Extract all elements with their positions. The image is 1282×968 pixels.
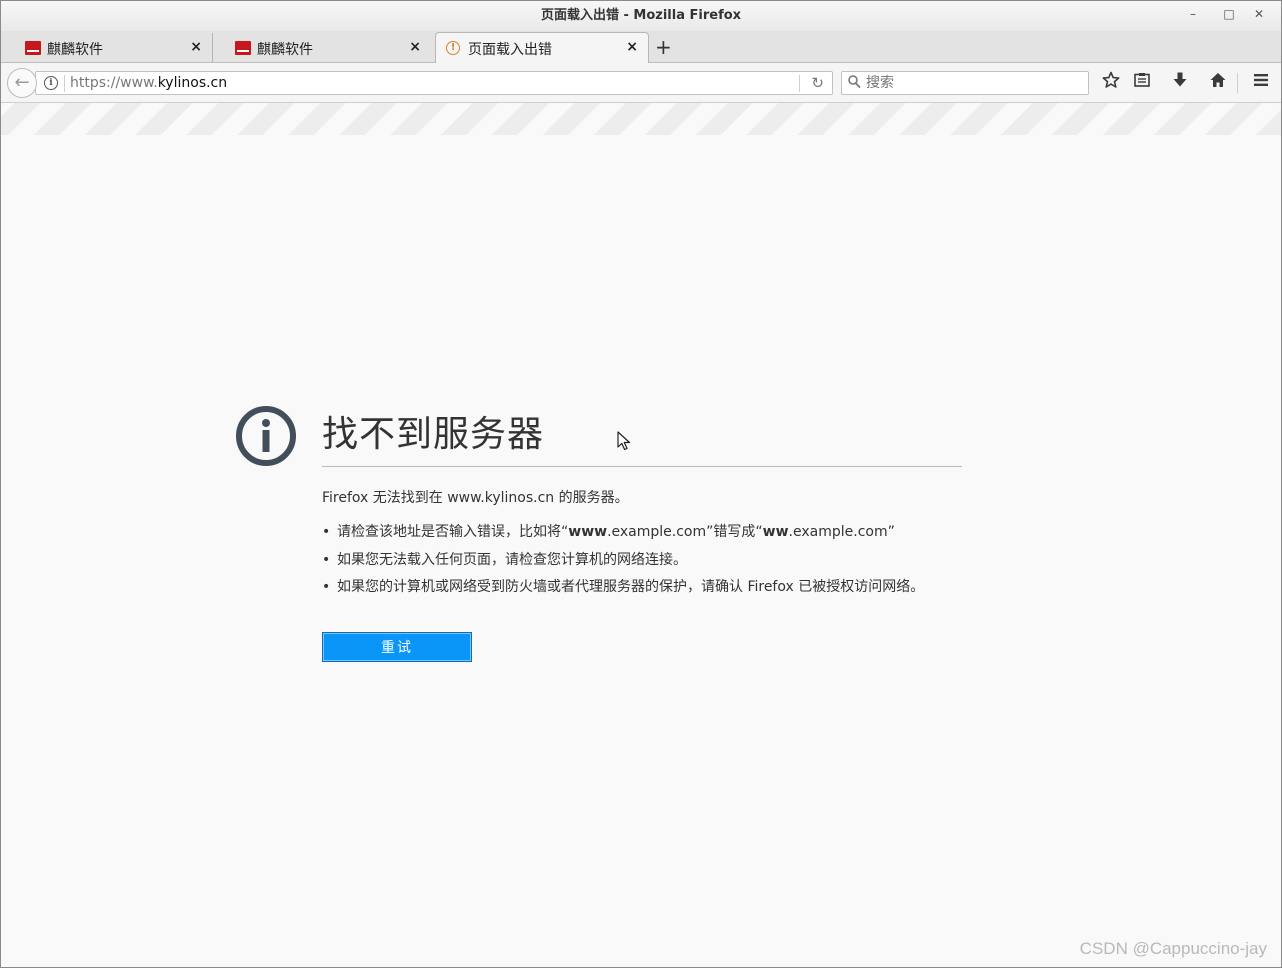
new-tab-button[interactable]: + xyxy=(655,35,672,59)
search-bar[interactable] xyxy=(841,71,1089,95)
mouse-cursor-icon xyxy=(617,431,631,451)
url-bar[interactable]: i https://www.kylinos.cn ↻ xyxy=(35,71,833,95)
url-text[interactable]: https://www.kylinos.cn xyxy=(70,75,227,91)
tab-kylin-2[interactable]: 麒麟软件 × xyxy=(213,33,431,63)
toolbar-separator xyxy=(1237,73,1238,93)
menu-icon[interactable] xyxy=(1249,71,1273,95)
tab-kylin-1[interactable]: 麒麟软件 × xyxy=(1,33,213,63)
watermark: CSDN @Cappuccino-jay xyxy=(1079,939,1267,958)
list-item: 如果您无法载入任何页面，请检查您计算机的网络连接。 xyxy=(322,550,924,578)
list-item: 请检查该地址是否输入错误，比如将“www.example.com”错写成“ww.… xyxy=(322,522,924,550)
kylin-logo-icon xyxy=(25,41,41,55)
minimize-button[interactable]: – xyxy=(1182,5,1204,23)
list-item: 如果您的计算机或网络受到防火墙或者代理服务器的保护，请确认 Firefox 已被… xyxy=(322,577,924,605)
close-tab-icon[interactable]: × xyxy=(190,39,202,55)
kylin-logo-icon xyxy=(235,41,251,55)
browser-window: 页面载入出错 - Mozilla Firefox – □ ✕ 麒麟软件 × 麒麟… xyxy=(0,0,1282,968)
back-button[interactable]: ← xyxy=(7,68,37,98)
navigation-bar: i https://www.kylinos.cn ↻ ← xyxy=(1,63,1281,103)
star-icon[interactable] xyxy=(1099,71,1123,95)
close-window-button[interactable]: ✕ xyxy=(1248,5,1270,23)
search-icon xyxy=(848,75,861,93)
search-input[interactable] xyxy=(866,73,1076,93)
error-title: 找不到服务器 xyxy=(322,414,545,455)
maximize-button[interactable]: □ xyxy=(1218,5,1240,23)
reload-icon[interactable]: ↻ xyxy=(811,74,824,92)
error-suggestions: 请检查该地址是否输入错误，比如将“www.example.com”错写成“ww.… xyxy=(322,522,924,605)
close-tab-icon[interactable]: × xyxy=(409,39,421,55)
tab-label: 麒麟软件 xyxy=(47,42,103,58)
tab-label: 页面载入出错 xyxy=(468,42,552,58)
tab-strip: 麒麟软件 × 麒麟软件 × ! 页面载入出错 × + xyxy=(1,31,1281,64)
close-tab-icon[interactable]: × xyxy=(626,39,638,55)
info-icon xyxy=(235,405,297,467)
download-icon[interactable] xyxy=(1168,71,1192,95)
error-stripe-banner xyxy=(1,103,1281,135)
window-title: 页面载入出错 - Mozilla Firefox xyxy=(540,8,742,23)
site-info-icon[interactable]: i xyxy=(44,76,58,90)
tab-page-load-error[interactable]: ! 页面载入出错 × xyxy=(435,32,649,64)
home-icon[interactable] xyxy=(1206,71,1230,95)
error-description: Firefox 无法找到在 www.kylinos.cn 的服务器。 xyxy=(322,490,629,506)
retry-button[interactable]: 重试 xyxy=(322,632,472,662)
reading-list-icon[interactable] xyxy=(1130,71,1154,95)
title-bar: 页面载入出错 - Mozilla Firefox – □ ✕ xyxy=(1,1,1281,31)
title-divider xyxy=(322,466,962,467)
tab-label: 麒麟软件 xyxy=(257,42,313,58)
url-separator xyxy=(799,75,800,92)
url-separator xyxy=(64,75,65,92)
warning-icon: ! xyxy=(446,41,460,55)
